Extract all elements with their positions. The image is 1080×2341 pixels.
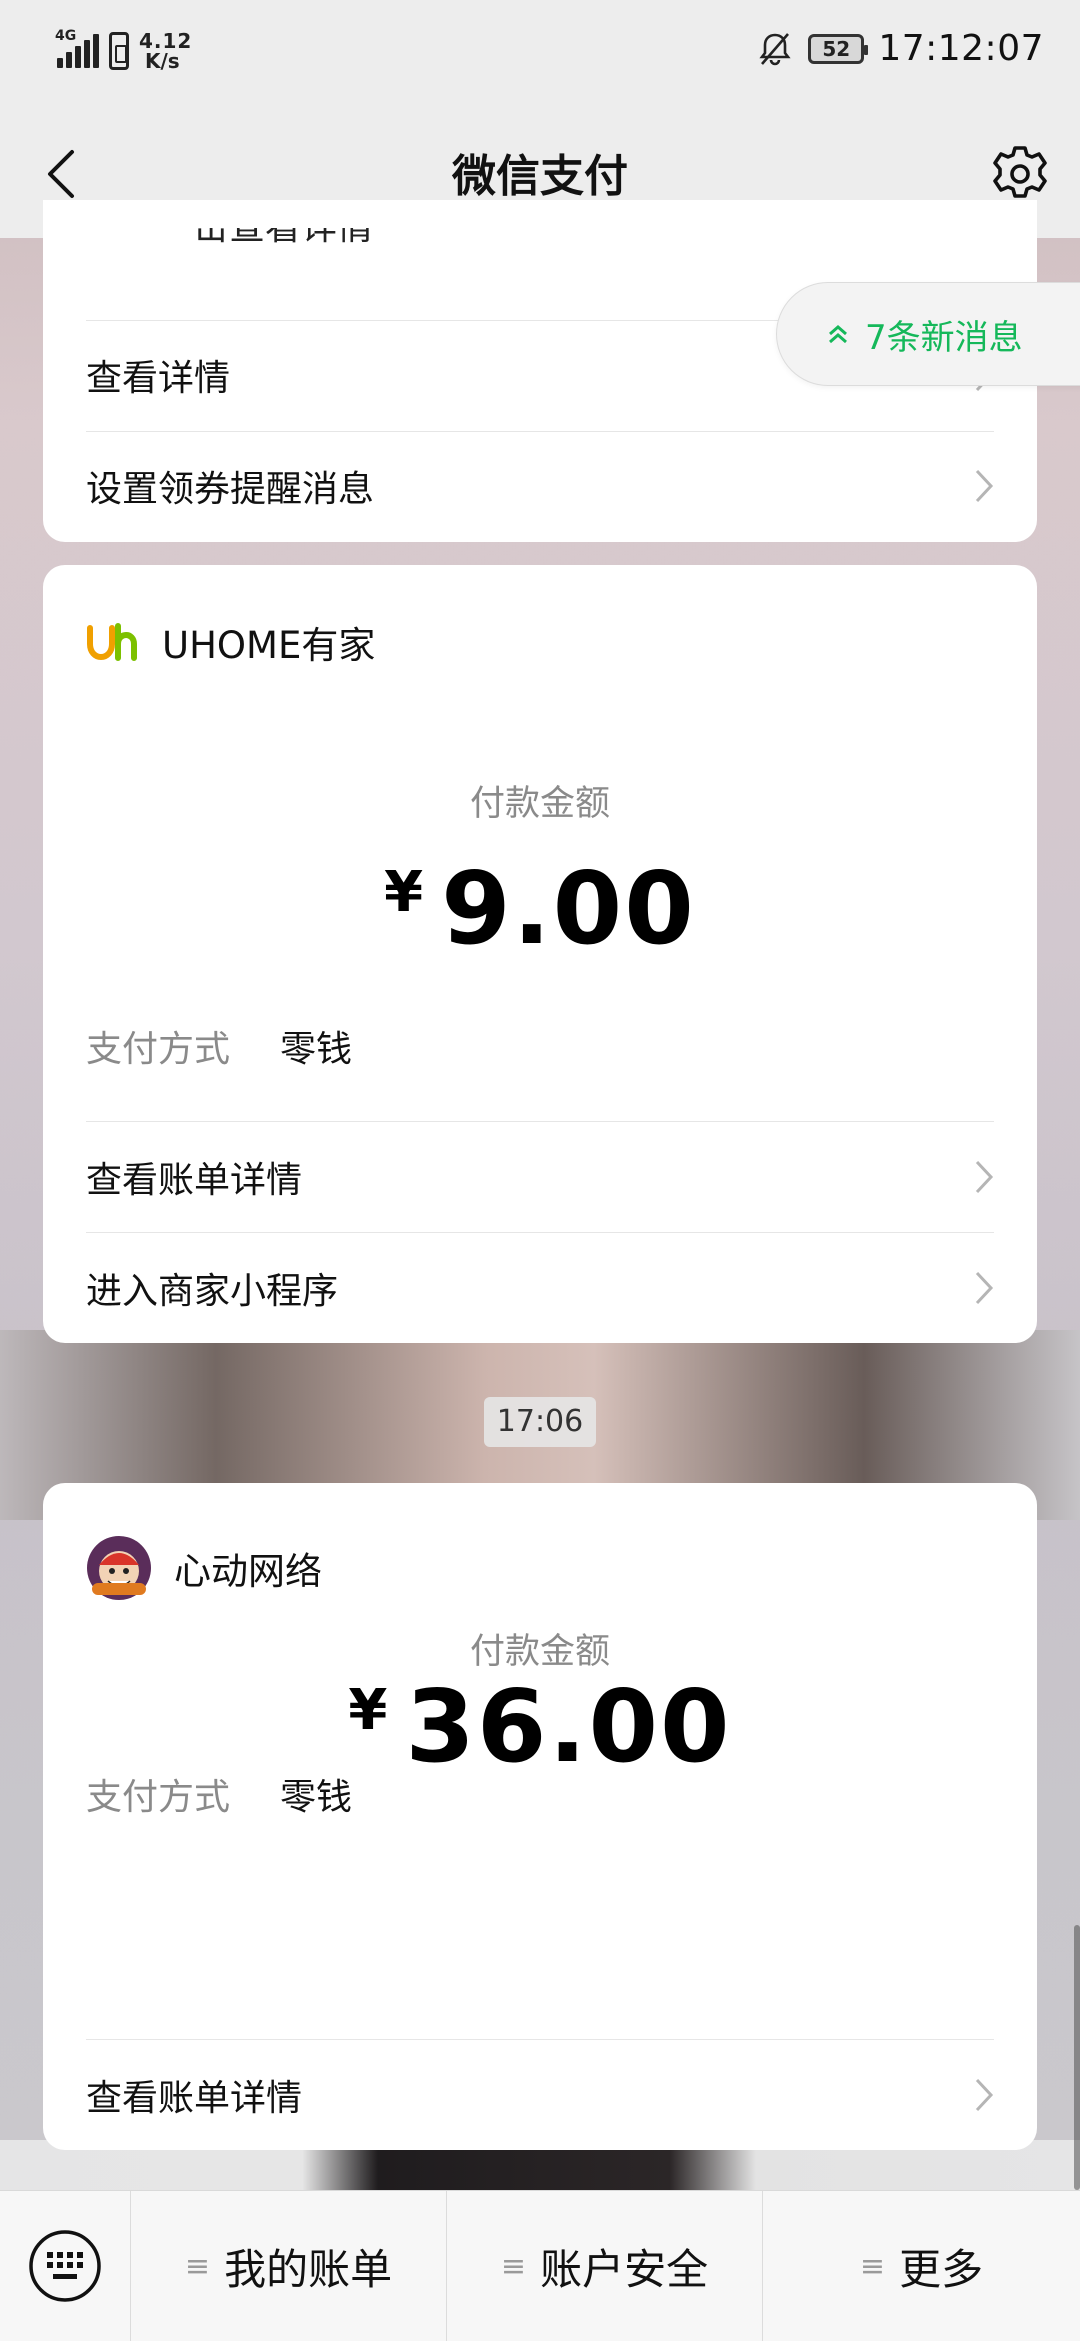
card-cut-text: 击查看详情 (193, 228, 373, 250)
menu-more-label: 更多 (899, 2244, 984, 2294)
view-bill-row[interactable]: 查看账单详情 (86, 2040, 994, 2150)
new-messages-label: 7条新消息 (865, 317, 1023, 358)
pay-method-value: 零钱 (280, 1777, 353, 1818)
merchant-avatar (87, 1536, 151, 1600)
signal-icon: 4G (55, 28, 99, 72)
message-timestamp: 17:06 (484, 1397, 596, 1447)
merchant-name: UHOME有家 (162, 624, 376, 667)
double-chevron-up-icon (829, 325, 847, 344)
view-bill-label: 查看账单详情 (86, 1160, 303, 1201)
merchant-header: 心动网络 (86, 1535, 322, 1601)
payment-card: UHOME有家 付款金额 ¥9.00 支付方式 零钱 查看账单详情 进入商家小程… (43, 565, 1037, 1343)
view-details-label: 查看详情 (86, 358, 231, 399)
currency-symbol: ¥ (348, 1678, 388, 1743)
scrollbar-thumb[interactable] (1074, 1925, 1080, 2190)
pay-method: 支付方式 零钱 (86, 1768, 352, 1820)
network-type: 4G (55, 28, 77, 44)
chevron-right-icon (975, 2078, 994, 2112)
menu-account-security[interactable]: ≡ 账户安全 (446, 2191, 762, 2341)
menu-account-security-label: 账户安全 (540, 2244, 709, 2294)
menu-my-bills-label: 我的账单 (224, 2244, 393, 2294)
coupon-reminder-row[interactable]: 设置领券提醒消息 (86, 431, 994, 541)
new-messages-button[interactable]: 7条新消息 (776, 282, 1080, 386)
pay-method: 支付方式 零钱 (86, 1020, 352, 1072)
menu-my-bills[interactable]: ≡ 我的账单 (130, 2191, 446, 2341)
currency-symbol: ¥ (384, 860, 424, 925)
mini-program-row[interactable]: 进入商家小程序 (86, 1233, 994, 1343)
amount-label: 付款金额 (469, 784, 610, 824)
chevron-right-icon (975, 469, 994, 503)
pay-method-value: 零钱 (280, 1029, 353, 1070)
keyboard-icon (29, 2230, 101, 2302)
chevron-right-icon (975, 1271, 994, 1305)
status-time: 17:12:07 (878, 28, 1044, 69)
uhome-logo-icon (87, 623, 137, 661)
menu-more[interactable]: ≡ 更多 (762, 2191, 1080, 2341)
speed-unit: K/s (145, 49, 180, 73)
sim-icon (109, 32, 129, 70)
coupon-reminder-label: 设置领券提醒消息 (86, 469, 375, 510)
keyboard-toggle-button[interactable] (0, 2191, 130, 2341)
bottom-menu-bar: ≡ 我的账单 ≡ 账户安全 ≡ 更多 (0, 2190, 1080, 2341)
amount-label: 付款金额 (469, 1632, 610, 1672)
amount-value: 36.00 (405, 1668, 732, 1785)
pay-method-label: 支付方式 (86, 1029, 231, 1070)
view-bill-row[interactable]: 查看账单详情 (86, 1122, 994, 1232)
payment-card: 心动网络 付款金额 ¥36.00 支付方式 零钱 查看账单详情 (43, 1483, 1037, 2150)
status-right: 52 17:12:07 (756, 28, 1044, 69)
menu-lines-icon: ≡ (500, 2248, 527, 2284)
battery-icon: 52 (808, 33, 869, 64)
menu-lines-icon: ≡ (859, 2248, 886, 2284)
pay-method-label: 支付方式 (86, 1777, 231, 1818)
mini-program-label: 进入商家小程序 (86, 1271, 339, 1312)
merchant-header: UHOME有家 (86, 615, 375, 669)
network-speed: 4.12 K/s (139, 31, 192, 71)
view-bill-label: 查看账单详情 (86, 2078, 303, 2119)
chevron-right-icon (975, 1160, 994, 1194)
amount-value: 9.00 (441, 850, 696, 967)
amount: ¥9.00 (43, 850, 1037, 967)
status-bar: 4G 4.12 K/s 52 17:12:07 (0, 0, 1080, 110)
battery-level: 52 (822, 36, 851, 61)
merchant-name: 心动网络 (174, 1550, 322, 1593)
menu-lines-icon: ≡ (184, 2248, 211, 2284)
bell-off-icon (759, 32, 791, 65)
gear-icon[interactable] (988, 142, 1052, 206)
page-title: 微信支付 (452, 151, 628, 202)
speed-value: 4.12 (139, 29, 193, 53)
status-left: 4G 4.12 K/s (55, 28, 192, 72)
